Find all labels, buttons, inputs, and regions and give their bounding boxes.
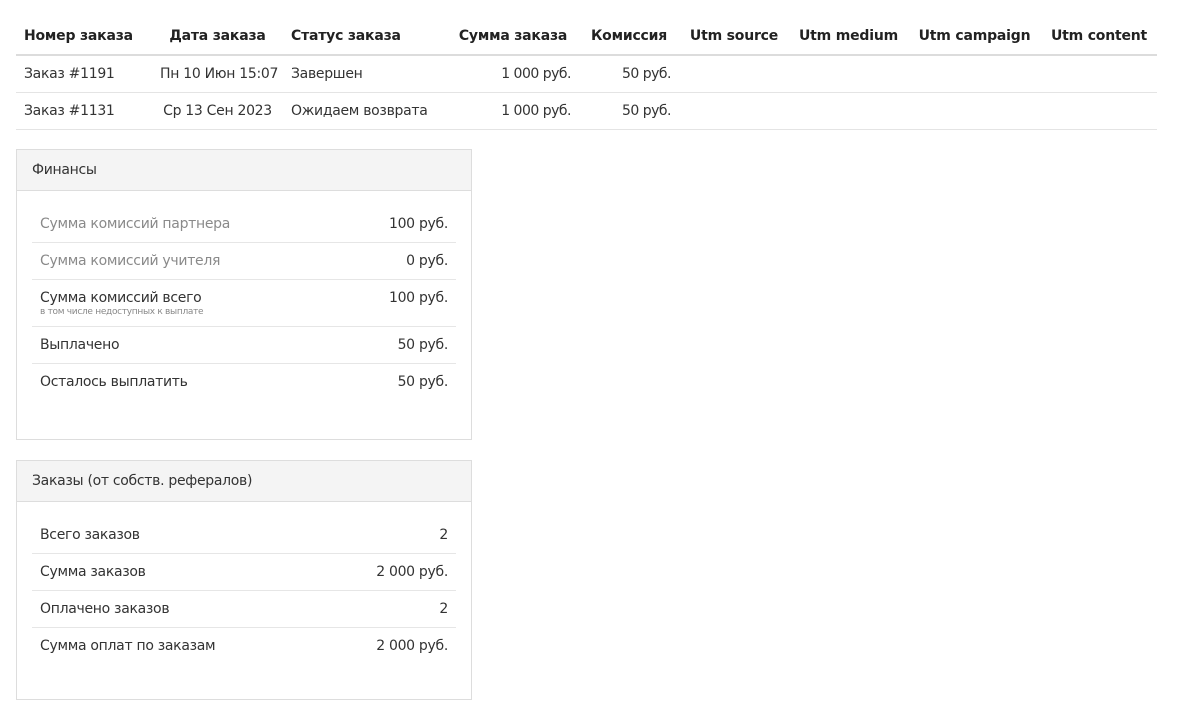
referral-row-payments-sum: Сумма оплат по заказам 2 000 руб. (32, 628, 456, 665)
order-number: Заказ #1191 (16, 55, 152, 93)
finance-value: 50 руб. (342, 326, 456, 364)
finance-value: 100 руб. (342, 279, 456, 327)
referral-label: Сумма оплат по заказам (40, 638, 216, 654)
order-sum: 1 000 руб. (447, 55, 579, 93)
referral-value: 2 (322, 517, 456, 554)
order-utm-campaign (908, 55, 1041, 93)
order-number: Заказ #1131 (16, 92, 152, 130)
finance-label: Сумма комиссий всего (40, 290, 202, 306)
referral-label: Всего заказов (32, 517, 323, 554)
referral-row-total-orders: Всего заказов 2 (32, 517, 456, 554)
finance-row-partner-commission: Сумма комиссий партнера 100 руб. (32, 206, 456, 243)
orders-table: Номер заказа Дата заказа Статус заказа С… (16, 17, 1157, 130)
table-row: Заказ #1131 Ср 13 Сен 2023 Ожидаем возвр… (16, 92, 1157, 130)
finance-label: Осталось выплатить (40, 374, 188, 390)
referral-row-paid-orders: Оплачено заказов 2 (32, 590, 456, 628)
order-sum: 1 000 руб. (447, 92, 579, 130)
finance-row-remaining: Осталось выплатить 50 руб. (32, 364, 456, 401)
order-utm-source (679, 92, 789, 130)
referral-label: Оплачено заказов (32, 590, 323, 628)
col-header-commission[interactable]: Комиссия (579, 17, 679, 56)
order-date: Пн 10 Июн 15:07 (152, 55, 283, 93)
referral-orders-table: Всего заказов 2 Сумма заказов 2 000 руб.… (32, 517, 456, 664)
order-utm-medium (789, 92, 908, 130)
order-status: Завершен (283, 55, 447, 93)
finance-row-paid: Выплачено 50 руб. (32, 326, 456, 364)
finance-panel-title: Финансы (17, 150, 471, 191)
referral-orders-panel-title: Заказы (от собств. рефералов) (17, 461, 471, 502)
finance-value: 0 руб. (342, 242, 456, 280)
order-commission: 50 руб. (579, 55, 679, 93)
order-status: Ожидаем возврата (283, 92, 447, 130)
finance-value: 50 руб. (397, 374, 449, 390)
finance-note: в том числе недоступных к выплате (40, 307, 204, 317)
order-date: Ср 13 Сен 2023 (152, 92, 283, 130)
finance-label: Выплачено (32, 326, 343, 364)
finance-label: Сумма комиссий партнера (32, 206, 343, 243)
order-utm-campaign (908, 92, 1041, 130)
table-row: Заказ #1191 Пн 10 Июн 15:07 Завершен 1 0… (16, 55, 1157, 93)
col-header-utm-campaign[interactable]: Utm campaign (908, 17, 1041, 56)
referral-row-orders-sum: Сумма заказов 2 000 руб. (32, 553, 456, 591)
referral-value: 2 000 руб. (376, 638, 448, 654)
col-header-order-number[interactable]: Номер заказа (16, 17, 152, 56)
referral-value: 2 (322, 590, 456, 628)
col-header-utm-source[interactable]: Utm source (679, 17, 789, 56)
finance-panel: Финансы Сумма комиссий партнера 100 руб.… (16, 149, 472, 440)
col-header-utm-medium[interactable]: Utm medium (789, 17, 908, 56)
order-commission: 50 руб. (579, 92, 679, 130)
referral-value: 2 000 руб. (322, 553, 456, 591)
finance-table: Сумма комиссий партнера 100 руб. Сумма к… (32, 206, 456, 400)
referral-label: Сумма заказов (32, 553, 323, 591)
col-header-utm-content[interactable]: Utm content (1041, 17, 1157, 56)
referral-orders-panel-body: Всего заказов 2 Сумма заказов 2 000 руб.… (17, 502, 471, 664)
order-utm-source (679, 55, 789, 93)
referral-orders-panel: Заказы (от собств. рефералов) Всего зака… (16, 460, 472, 700)
finance-label: Сумма комиссий учителя (32, 242, 343, 280)
finance-panel-body: Сумма комиссий партнера 100 руб. Сумма к… (17, 191, 471, 400)
finance-row-teacher-commission: Сумма комиссий учителя 0 руб. (32, 242, 456, 280)
order-utm-content (1041, 55, 1157, 93)
col-header-order-date[interactable]: Дата заказа (152, 17, 283, 56)
col-header-order-status[interactable]: Статус заказа (283, 17, 447, 56)
orders-table-header: Номер заказа Дата заказа Статус заказа С… (16, 17, 1157, 56)
order-utm-medium (789, 55, 908, 93)
finance-label-cell: Сумма комиссий всего в том числе недосту… (32, 279, 343, 327)
col-header-order-sum[interactable]: Сумма заказа (447, 17, 579, 56)
finance-row-total-commission: Сумма комиссий всего в том числе недосту… (32, 279, 456, 327)
order-utm-content (1041, 92, 1157, 130)
finance-value: 100 руб. (342, 206, 456, 243)
